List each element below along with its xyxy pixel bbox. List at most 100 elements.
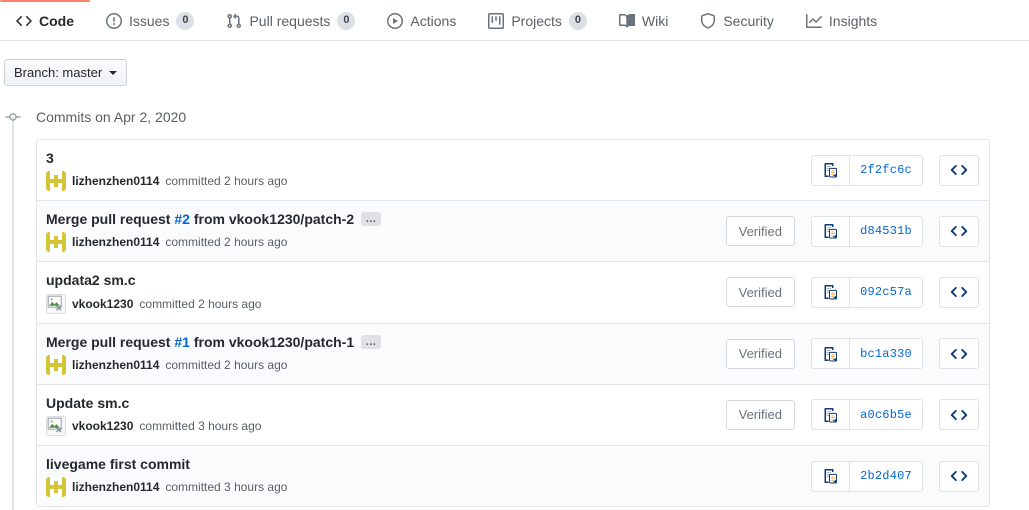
play-icon — [387, 12, 404, 29]
branch-selector-label: Branch: master — [14, 65, 103, 80]
nav-tab-actions[interactable]: Actions — [371, 0, 472, 41]
commit-sha-group: d84531b — [811, 215, 923, 247]
commit-timestamp: committed 3 hours ago — [165, 480, 288, 495]
commit-title: Update sm.c — [46, 394, 726, 412]
nav-tab-insights[interactable]: Insights — [790, 0, 893, 41]
commit-sha-link[interactable]: 2b2d407 — [850, 460, 923, 492]
commit-main: Update sm.c vkook1230 committed 3 hours ag… — [45, 394, 726, 436]
commit-actions: 2b2d407 — [715, 460, 981, 492]
expand-commit-message-button[interactable]: … — [361, 334, 382, 349]
commit-author-link[interactable]: lizhenzhen0114 — [72, 235, 159, 249]
avatar[interactable] — [46, 354, 66, 375]
book-icon — [618, 13, 635, 29]
commit-title-link[interactable]: Merge pull request #1 from vkook1230/pat… — [46, 333, 354, 351]
nav-tab-counter: 0 — [337, 11, 356, 30]
commit-author-link[interactable]: vkook1230 — [72, 419, 133, 433]
copy-to-clipboard-icon[interactable] — [811, 276, 850, 308]
commit-sha-link[interactable]: a0c6b5e — [850, 399, 923, 431]
verified-badge[interactable]: Verified — [725, 338, 795, 369]
copy-to-clipboard-icon[interactable] — [811, 215, 850, 247]
commit-actions: Verified a0c6b5e — [725, 399, 981, 431]
commit-title-link[interactable]: Merge pull request #2 from vkook1230/pat… — [46, 210, 354, 228]
nav-tab-pull-requests[interactable]: Pull requests 0 — [210, 0, 371, 41]
copy-to-clipboard-icon[interactable] — [811, 399, 850, 431]
pull-request-number-link[interactable]: #1 — [174, 334, 190, 350]
expand-commit-message-button[interactable]: … — [361, 212, 382, 227]
graph-icon — [805, 13, 822, 29]
verified-badge[interactable]: Verified — [725, 399, 795, 430]
commit-main: Merge pull request #1 from vkook1230/pat… — [45, 333, 726, 375]
verified-badge[interactable]: Verified — [725, 277, 795, 308]
browse-repository-at-commit-button[interactable] — [939, 399, 979, 431]
commit-sha-link[interactable]: 2f2fc6c — [850, 154, 923, 186]
commit-sha-group: 2b2d407 — [811, 460, 923, 492]
browse-repository-at-commit-button[interactable] — [939, 154, 979, 186]
git-pull-request-icon — [226, 13, 242, 29]
commit-author-link[interactable]: lizhenzhen0114 — [72, 174, 159, 188]
commit-timestamp: committed 3 hours ago — [139, 418, 262, 433]
nav-tab-label: Wiki — [641, 12, 669, 29]
nav-tab-label: Actions — [410, 12, 457, 29]
copy-to-clipboard-icon[interactable] — [811, 338, 850, 370]
avatar[interactable] — [46, 477, 66, 498]
nav-tab-projects[interactable]: Projects 0 — [472, 0, 603, 41]
pull-request-number-link[interactable]: #2 — [174, 211, 190, 227]
verified-badge[interactable]: Verified — [725, 216, 795, 247]
commit-author-link[interactable]: lizhenzhen0114 — [72, 480, 159, 494]
commit-title-link[interactable]: 3 — [46, 149, 54, 167]
copy-to-clipboard-icon[interactable] — [811, 460, 850, 492]
commit-title: 3 — [46, 149, 715, 167]
commit-title: updata2 sm.c — [46, 271, 726, 289]
code-icon — [16, 13, 32, 29]
nav-tab-security[interactable]: Security — [684, 0, 790, 41]
nav-tab-code[interactable]: Code — [0, 0, 90, 41]
avatar[interactable] — [46, 415, 66, 436]
commit-actions: Verified bc1a330 — [725, 338, 981, 370]
browse-repository-at-commit-button[interactable] — [939, 460, 979, 492]
commit-sha-link[interactable]: 092c57a — [850, 276, 923, 308]
nav-tab-label: Insights — [828, 12, 878, 29]
browse-repository-at-commit-button[interactable] — [939, 338, 979, 370]
copy-to-clipboard-icon[interactable] — [811, 154, 850, 186]
unfold-dot-icon — [5, 109, 21, 125]
commit-sha-link[interactable]: bc1a330 — [850, 338, 923, 370]
commit-group-header: Commits on Apr 2, 2020 — [0, 103, 1029, 131]
shield-icon — [700, 12, 716, 29]
commit-row: 3 lizhenzhen0114 committed 2 hours ago 2f2f… — [37, 140, 989, 200]
commit-timeline-rail — [12, 117, 14, 510]
commits-section: Commits on Apr 2, 2020 3 lizhenzhen0114 co… — [0, 103, 1029, 510]
verified-badge-placeholder — [715, 461, 795, 491]
commit-timestamp: committed 2 hours ago — [165, 357, 288, 372]
commit-meta: lizhenzhen0114 committed 3 hours ago — [46, 477, 715, 498]
commit-title-link[interactable]: updata2 sm.c — [46, 271, 135, 289]
commit-actions: Verified d84531b — [725, 215, 981, 247]
commit-timestamp: committed 2 hours ago — [139, 296, 262, 311]
commit-title-link[interactable]: Update sm.c — [46, 394, 129, 412]
commit-author-link[interactable]: lizhenzhen0114 — [72, 358, 159, 372]
commit-main: livegame first commit lizhenzhen0114 commi… — [45, 455, 715, 498]
nav-tab-label: Code — [39, 12, 74, 29]
commit-row: updata2 sm.c vkook1230 committed 2 hours a… — [37, 261, 989, 322]
browse-repository-at-commit-button[interactable] — [939, 276, 979, 308]
nav-tab-label: Pull requests — [249, 12, 331, 29]
commit-title: Merge pull request #1 from vkook1230/pat… — [46, 333, 726, 351]
commit-sha-group: 092c57a — [811, 276, 923, 308]
avatar[interactable] — [46, 293, 66, 314]
avatar[interactable] — [46, 171, 66, 192]
commit-meta: vkook1230 committed 3 hours ago — [46, 415, 726, 436]
browse-repository-at-commit-button[interactable] — [939, 215, 979, 247]
commit-title: livegame first commit — [46, 455, 715, 473]
nav-tab-counter: 0 — [568, 11, 587, 30]
nav-tab-issues[interactable]: Issues 0 — [90, 0, 210, 41]
nav-tab-wiki[interactable]: Wiki — [603, 0, 684, 41]
repo-nav: Code Issues 0 Pull requests 0 Actions Projects… — [0, 0, 1029, 41]
commit-title-link[interactable]: livegame first commit — [46, 455, 190, 473]
commit-main: Merge pull request #2 from vkook1230/pat… — [45, 210, 726, 253]
issue-icon — [106, 12, 122, 29]
branch-selector-button[interactable]: Branch: master — [4, 59, 128, 86]
avatar[interactable] — [46, 232, 66, 253]
commit-sha-link[interactable]: d84531b — [850, 215, 923, 247]
commit-timestamp: committed 2 hours ago — [165, 174, 288, 189]
commit-timestamp: committed 2 hours ago — [165, 235, 288, 250]
commit-author-link[interactable]: vkook1230 — [72, 297, 133, 311]
